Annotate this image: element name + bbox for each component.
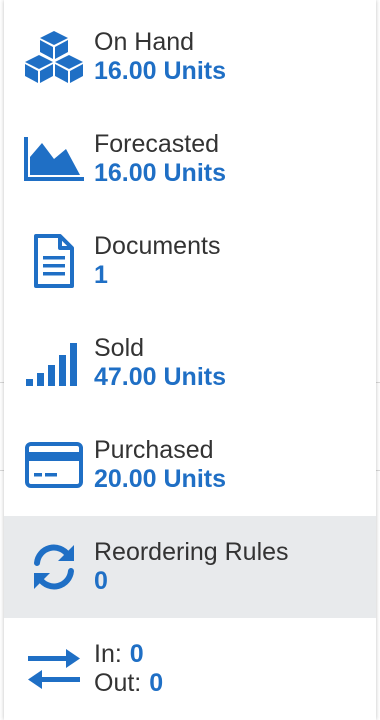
reordering-rules-value: 0: [94, 567, 108, 595]
page: On Hand 16.00 Units Forecasted 16.00 Uni…: [0, 0, 380, 720]
in-row: In: 0: [94, 640, 163, 670]
sold-button[interactable]: Sold 47.00 Units: [4, 312, 376, 414]
reordering-rules-label: Reordering Rules: [94, 537, 289, 566]
in-out-button[interactable]: In: 0 Out: 0: [4, 618, 376, 720]
out-value: 0: [149, 669, 164, 697]
out-label: Out:: [94, 669, 142, 697]
smart-buttons-dropdown: On Hand 16.00 Units Forecasted 16.00 Uni…: [4, 0, 376, 720]
background-divider: [376, 470, 380, 471]
background-divider: [376, 382, 380, 383]
exchange-icon: [24, 639, 84, 699]
documents-value: 1: [94, 261, 108, 289]
on-hand-value: 16.00 Units: [94, 57, 227, 85]
on-hand-button[interactable]: On Hand 16.00 Units: [4, 6, 376, 108]
out-row: Out: 0: [94, 669, 163, 699]
area-chart-icon: [24, 129, 84, 189]
refresh-icon: [24, 537, 84, 597]
forecasted-label: Forecasted: [94, 129, 220, 158]
purchased-value: 20.00 Units: [94, 465, 227, 493]
credit-card-icon: [24, 435, 84, 495]
purchased-button[interactable]: Purchased 20.00 Units: [4, 414, 376, 516]
sold-value: 47.00 Units: [94, 363, 227, 391]
cubes-icon: [24, 27, 84, 87]
purchased-label: Purchased: [94, 435, 214, 464]
sold-label: Sold: [94, 333, 145, 362]
in-value: 0: [129, 639, 144, 668]
reordering-rules-button[interactable]: Reordering Rules 0: [4, 516, 376, 618]
documents-button[interactable]: Documents 1: [4, 210, 376, 312]
in-label: In:: [94, 639, 122, 668]
signal-bars-icon: [24, 333, 84, 393]
forecasted-button[interactable]: Forecasted 16.00 Units: [4, 108, 376, 210]
forecasted-value: 16.00 Units: [94, 159, 227, 187]
documents-label: Documents: [94, 231, 221, 260]
file-text-icon: [24, 231, 84, 291]
on-hand-label: On Hand: [94, 27, 195, 56]
